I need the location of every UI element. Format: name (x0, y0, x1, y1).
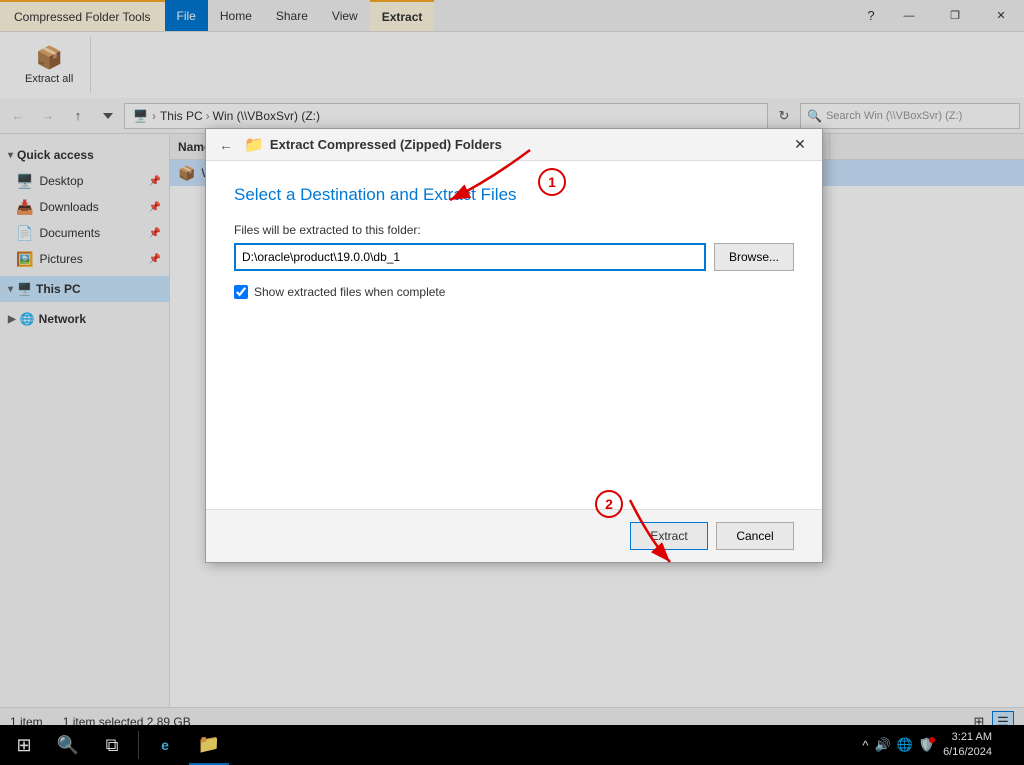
pin-icon-dl: 📌 (149, 202, 161, 213)
search-icon: 🔍 (807, 109, 822, 123)
refresh-button[interactable]: ↻ (770, 103, 798, 129)
dialog-path-row: Browse... (234, 243, 794, 271)
quick-access-label: Quick access (17, 148, 94, 162)
chevron-icon: ▾ (8, 150, 13, 161)
network-header[interactable]: ▶ 🌐 Network (0, 306, 169, 332)
dialog-folder-label: Files will be extracted to this folder: (234, 223, 794, 237)
browse-button[interactable]: Browse... (714, 243, 794, 271)
tab-share[interactable]: Share (264, 0, 320, 31)
dialog-title: Extract Compressed (Zipped) Folders (270, 137, 502, 152)
dialog-close-button[interactable]: ✕ (786, 131, 814, 159)
ribbon-group-extract: 📦 Extract all (8, 37, 91, 93)
dialog-titlebar: ← 📁 Extract Compressed (Zipped) Folders … (206, 129, 822, 161)
security-alert-dot (929, 737, 935, 743)
extract-all-button[interactable]: 📦 Extract all (16, 40, 82, 90)
search-box[interactable]: 🔍 Search Win (\\VBoxSvr) (Z:) (800, 103, 1020, 129)
taskbar-right: ^ 🔊 🌐 🛡️ 3:21 AM 6/16/2024 (862, 725, 1020, 765)
tray-security[interactable]: 🛡️ (919, 737, 935, 753)
pictures-icon: 🖼️ (16, 251, 33, 268)
pin-icon-pic: 📌 (149, 254, 161, 265)
tray-network[interactable]: 🌐 (897, 737, 913, 753)
tray-icons: ^ 🔊 🌐 🛡️ (862, 737, 935, 753)
sidebar-item-pictures[interactable]: 🖼️ Pictures 📌 (0, 246, 169, 272)
quick-access-header[interactable]: ▾ Quick access (0, 142, 169, 168)
dialog-footer: Extract Cancel (206, 509, 822, 562)
tab-home[interactable]: Home (208, 0, 264, 31)
desktop-icon: 🖥️ (16, 173, 33, 190)
task-view-button[interactable]: ⧉ (92, 725, 132, 765)
dialog-heading: Select a Destination and Extract Files (234, 185, 794, 205)
sidebar-item-desktop[interactable]: 🖥️ Desktop 📌 (0, 168, 169, 194)
tray-show-hidden[interactable]: ^ (862, 738, 868, 753)
extract-button[interactable]: Extract (630, 522, 708, 550)
address-path[interactable]: 🖥️ › This PC › Win (\\VBoxSvr) (Z:) (124, 103, 768, 129)
back-button[interactable]: ← (4, 103, 32, 129)
help-button[interactable]: ? (856, 0, 886, 32)
documents-icon: 📄 (16, 225, 33, 242)
dialog-spacer (234, 313, 794, 493)
start-button[interactable]: ⊞ (4, 725, 44, 765)
sidebar: ▾ Quick access 🖥️ Desktop 📌 📥 Downloads … (0, 134, 170, 707)
extract-icon: 📦 (35, 45, 62, 71)
tab-extract[interactable]: Extract (370, 0, 435, 31)
recent-locations-button[interactable] (94, 103, 122, 129)
downloads-icon: 📥 (16, 199, 33, 216)
this-pc-header[interactable]: ▾ 🖥️ This PC (0, 276, 169, 302)
minimize-button[interactable]: — (886, 0, 932, 32)
tray-volume[interactable]: 🔊 (875, 737, 891, 753)
dialog-back-button[interactable]: ← (214, 133, 238, 157)
tab-view[interactable]: View (320, 0, 370, 31)
cancel-button[interactable]: Cancel (716, 522, 794, 550)
pin-icon: 📌 (149, 176, 161, 187)
explorer-button[interactable]: 📁 (189, 725, 229, 765)
extract-dialog: ← 📁 Extract Compressed (Zipped) Folders … (205, 128, 823, 563)
window-controls: ? — ❐ ✕ (856, 0, 1024, 32)
taskbar: ⊞ 🔍 ⧉ e 📁 ^ 🔊 🌐 🛡️ 3:21 AM 6/16/2024 (0, 725, 1024, 765)
close-button[interactable]: ✕ (978, 0, 1024, 32)
checkbox-label: Show extracted files when complete (254, 285, 445, 299)
extract-path-input[interactable] (234, 243, 706, 271)
taskbar-separator (138, 731, 139, 759)
file-menu-btn[interactable]: File (165, 0, 208, 31)
clock[interactable]: 3:21 AM 6/16/2024 (943, 730, 992, 761)
maximize-button[interactable]: ❐ (932, 0, 978, 32)
up-button[interactable]: ↑ (64, 103, 92, 129)
show-desktop-button[interactable] (1000, 725, 1014, 765)
tab-compressed-folder-tools[interactable]: Compressed Folder Tools (0, 0, 165, 31)
search-button[interactable]: 🔍 (48, 725, 88, 765)
pin-icon-doc: 📌 (149, 228, 161, 239)
titlebar: Compressed Folder Tools File Home Share … (0, 0, 1024, 32)
zip-file-icon: 📦 (178, 165, 195, 182)
edge-button[interactable]: e (145, 725, 185, 765)
ribbon: 📦 Extract all (0, 32, 1024, 98)
network-icon: 🌐 (20, 312, 35, 326)
sidebar-item-downloads[interactable]: 📥 Downloads 📌 (0, 194, 169, 220)
dialog-checkbox-row: Show extracted files when complete (234, 285, 794, 299)
chevron-icon-net: ▶ (8, 314, 16, 325)
forward-button[interactable]: → (34, 103, 62, 129)
sidebar-item-documents[interactable]: 📄 Documents 📌 (0, 220, 169, 246)
chevron-icon-pc: ▾ (8, 284, 13, 295)
dialog-body: Select a Destination and Extract Files F… (206, 161, 822, 509)
dialog-folder-icon: 📁 (244, 135, 264, 155)
show-extracted-checkbox[interactable] (234, 285, 248, 299)
this-pc-icon: 🖥️ (17, 282, 32, 296)
